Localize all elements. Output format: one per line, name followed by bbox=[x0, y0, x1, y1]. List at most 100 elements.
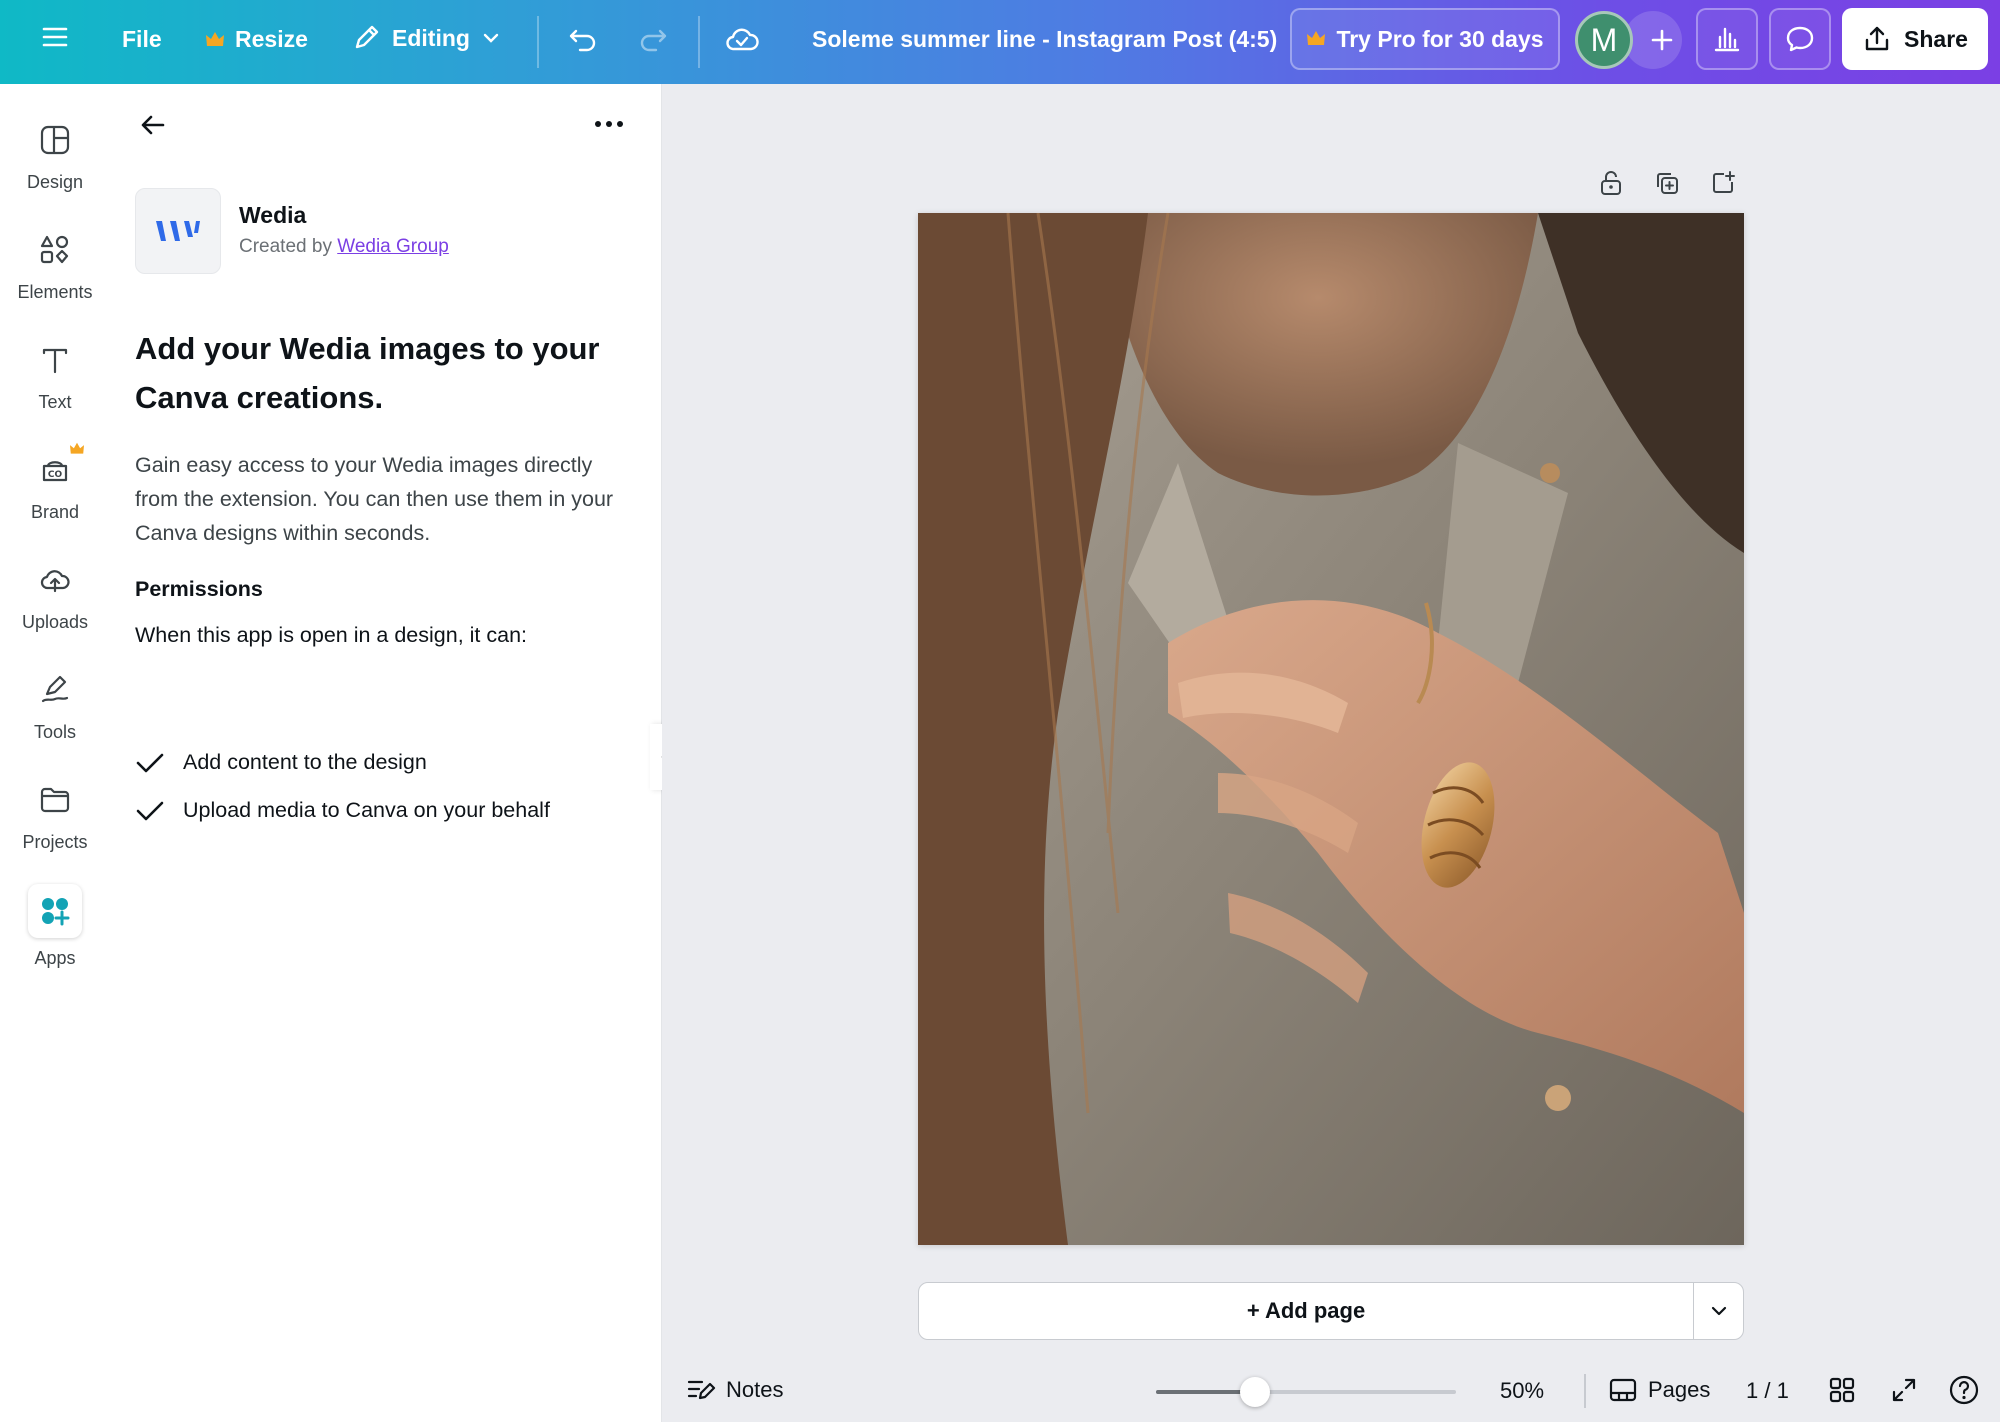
insights-button[interactable] bbox=[1696, 8, 1758, 70]
plus-icon bbox=[1651, 29, 1673, 51]
permission-label: Add content to the design bbox=[183, 750, 427, 774]
toolbar-divider bbox=[537, 16, 539, 68]
upload-share-icon bbox=[1865, 26, 1889, 51]
design-icon bbox=[33, 118, 77, 162]
app-name: Wedia bbox=[239, 202, 307, 228]
app-panel: Wedia Created by Wedia Group Add your We… bbox=[110, 84, 662, 1422]
side-rail: Design Elements Text CO Brand Uploads To… bbox=[0, 84, 110, 1422]
design-page[interactable] bbox=[918, 213, 1744, 1245]
share-label: Share bbox=[1904, 25, 1968, 52]
fullscreen-button[interactable] bbox=[1890, 1376, 1918, 1404]
page-toolbar bbox=[1598, 170, 1736, 196]
notes-label: Notes bbox=[726, 1377, 784, 1402]
add-page-bar: + Add page bbox=[918, 1282, 1744, 1340]
arrow-left-icon bbox=[141, 115, 165, 135]
page-counter: 1 / 1 bbox=[1746, 1378, 1789, 1404]
rail-label-text: Text bbox=[38, 392, 72, 412]
comment-icon bbox=[1786, 26, 1814, 52]
page-counter-label: 1 / 1 bbox=[1746, 1378, 1789, 1403]
rail-item-design[interactable]: Design bbox=[0, 118, 110, 193]
check-icon bbox=[136, 801, 164, 820]
rail-item-apps[interactable]: Apps bbox=[0, 884, 110, 969]
rail-label-tools: Tools bbox=[33, 722, 77, 742]
try-pro-button[interactable]: Try Pro for 30 days bbox=[1290, 8, 1560, 70]
tools-icon bbox=[33, 668, 77, 712]
notes-button[interactable]: Notes bbox=[686, 1376, 783, 1404]
panel-description: Gain easy access to your Wedia images di… bbox=[135, 453, 614, 545]
bottom-bar: Notes 50% Pages 1 / 1 bbox=[662, 1360, 2000, 1422]
wedia-logo bbox=[135, 188, 221, 274]
permission-label: Upload media to Canva on your behalf bbox=[183, 798, 550, 822]
brand-icon: CO bbox=[33, 442, 84, 492]
text-icon bbox=[33, 338, 77, 382]
editing-label: Editing bbox=[392, 24, 470, 51]
crown-icon bbox=[1307, 31, 1326, 45]
help-button[interactable] bbox=[1948, 1374, 1980, 1406]
created-by-label: Created by bbox=[239, 236, 332, 257]
rail-label-uploads: Uploads bbox=[21, 612, 89, 632]
design-photo[interactable] bbox=[918, 213, 1744, 1245]
grid-view-button[interactable] bbox=[1828, 1376, 1856, 1404]
lock-icon[interactable] bbox=[1598, 170, 1624, 196]
expand-icon bbox=[1892, 1378, 1916, 1402]
rail-item-projects[interactable]: Projects bbox=[0, 778, 110, 853]
design-title[interactable]: Soleme summer line - Instagram Post (4:5… bbox=[812, 26, 1277, 53]
permission-item: Upload media to Canva on your behalf bbox=[135, 798, 550, 823]
rail-item-uploads[interactable]: Uploads bbox=[0, 558, 110, 633]
uploads-icon bbox=[33, 558, 77, 602]
hamburger-icon bbox=[42, 27, 68, 47]
rail-item-elements[interactable]: Elements bbox=[0, 228, 110, 303]
back-button[interactable] bbox=[138, 110, 168, 145]
more-options-button[interactable] bbox=[594, 116, 624, 134]
cloud-check-icon bbox=[726, 28, 759, 51]
bar-chart-icon bbox=[1714, 27, 1740, 52]
redo-button[interactable] bbox=[636, 22, 670, 56]
check-icon bbox=[136, 753, 164, 772]
permissions-intro: When this app is open in a design, it ca… bbox=[135, 623, 528, 647]
file-menu[interactable]: File bbox=[122, 26, 162, 53]
undo-button[interactable] bbox=[566, 22, 600, 56]
projects-icon bbox=[33, 778, 77, 822]
resize-label: Resize bbox=[235, 26, 308, 52]
pages-button[interactable]: Pages bbox=[1608, 1376, 1710, 1404]
svg-text:CO: CO bbox=[48, 470, 63, 480]
permission-item: Add content to the design bbox=[135, 750, 427, 775]
avatar-initial: M bbox=[1590, 21, 1618, 58]
zoom-slider-thumb[interactable] bbox=[1240, 1377, 1270, 1407]
top-bar: File Resize Editing Soleme summer line -… bbox=[0, 0, 2000, 84]
app-creator: Created by Wedia Group bbox=[239, 236, 449, 258]
toolbar-divider bbox=[698, 16, 700, 68]
ellipsis-icon bbox=[595, 121, 623, 127]
rail-item-tools[interactable]: Tools bbox=[0, 668, 110, 743]
file-label: File bbox=[122, 26, 162, 52]
cloud-save-status[interactable] bbox=[724, 22, 760, 56]
creator-link[interactable]: Wedia Group bbox=[337, 236, 449, 257]
rail-label-apps: Apps bbox=[34, 948, 76, 968]
resize-button[interactable]: Resize bbox=[205, 26, 308, 53]
pencil-icon bbox=[355, 25, 379, 49]
editing-mode-button[interactable]: Editing bbox=[350, 22, 502, 54]
wedia-logo-icon bbox=[156, 221, 200, 241]
rail-label-design: Design bbox=[26, 172, 84, 192]
undo-icon bbox=[569, 29, 596, 52]
pages-label: Pages bbox=[1648, 1377, 1711, 1402]
crown-icon bbox=[206, 31, 224, 46]
panel-heading: Add your Wedia images to your Canva crea… bbox=[135, 331, 600, 415]
comments-button[interactable] bbox=[1769, 8, 1831, 70]
crown-icon bbox=[70, 442, 84, 454]
zoom-slider[interactable] bbox=[1156, 1377, 1456, 1407]
rail-item-brand[interactable]: CO Brand bbox=[0, 442, 110, 523]
chevron-down-icon bbox=[483, 33, 499, 43]
add-page-options-button[interactable] bbox=[1693, 1283, 1743, 1339]
elements-icon bbox=[33, 228, 77, 272]
help-icon bbox=[1949, 1375, 1979, 1405]
add-page-icon[interactable] bbox=[1710, 170, 1736, 196]
add-page-button[interactable]: + Add page bbox=[919, 1298, 1693, 1324]
try-pro-label: Try Pro for 30 days bbox=[1336, 25, 1544, 52]
avatar[interactable]: M bbox=[1575, 11, 1633, 69]
rail-item-text[interactable]: Text bbox=[0, 338, 110, 413]
share-button[interactable]: Share bbox=[1842, 8, 1988, 70]
menu-button[interactable] bbox=[40, 22, 70, 52]
zoom-level[interactable]: 50% bbox=[1500, 1378, 1544, 1404]
duplicate-page-icon[interactable] bbox=[1654, 170, 1680, 196]
